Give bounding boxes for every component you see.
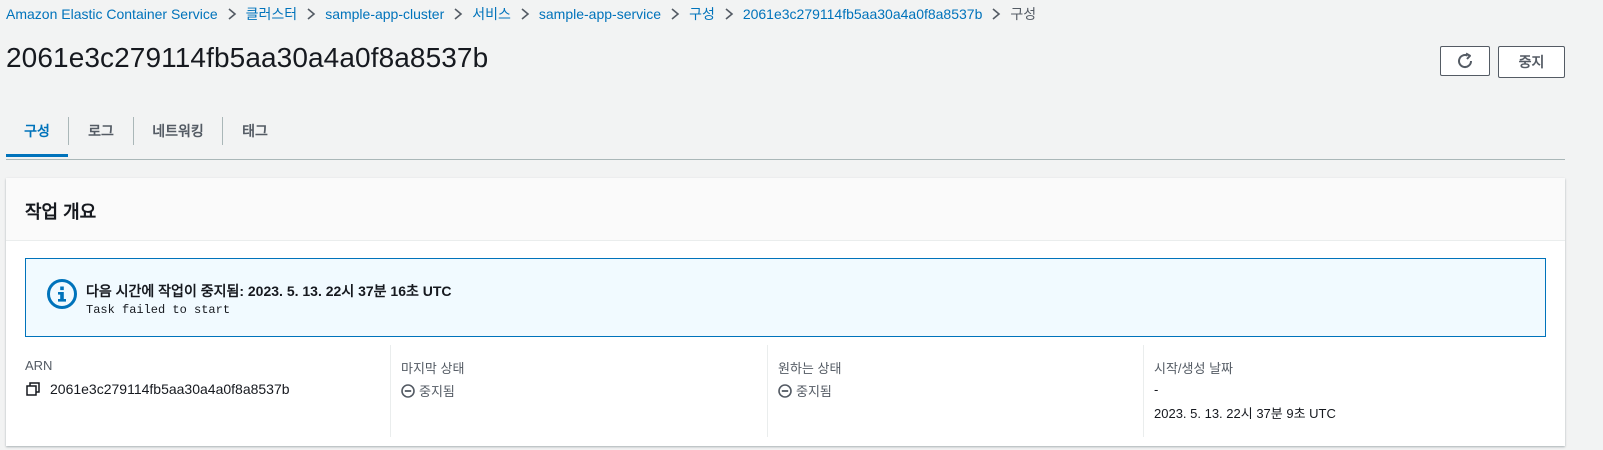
column-divider [390, 345, 391, 437]
last-status-field: 마지막 상태 중지됨 [401, 345, 767, 437]
desired-status-label: 원하는 상태 [778, 361, 842, 376]
column-divider [767, 345, 768, 437]
chevron-right-icon [444, 8, 472, 20]
arn-label: ARN [25, 358, 53, 373]
tab-list: 구성 로그 네트워킹 태그 [6, 109, 1565, 160]
last-status-value-row: 중지됨 [401, 381, 455, 400]
stop-button[interactable]: 중지 [1498, 46, 1565, 78]
tab-logs[interactable]: 로그 [69, 109, 133, 157]
column-divider [1143, 345, 1144, 437]
breadcrumb-services[interactable]: 서비스 [472, 4, 511, 24]
arn-value: 2061e3c279114fb5aa30a4a0f8a8537b [50, 381, 290, 397]
task-overview-panel: 작업 개요 다음 시간에 작업이 중지됨: 2023. 5. 13. 22시 3… [6, 178, 1565, 446]
panel-header [6, 178, 1565, 241]
chevron-right-icon [661, 8, 689, 20]
last-status-value: 중지됨 [419, 384, 455, 399]
refresh-icon [1458, 52, 1473, 69]
task-stopped-alert: 다음 시간에 작업이 중지됨: 2023. 5. 13. 22시 37분 16초… [25, 258, 1546, 337]
tab-tags[interactable]: 태그 [223, 109, 287, 157]
start-time-placeholder: - [1154, 382, 1159, 397]
breadcrumb-cluster[interactable]: sample-app-cluster [325, 6, 444, 22]
page-title: 2061e3c279114fb5aa30a4a0f8a8537b [6, 42, 489, 73]
info-icon [47, 279, 77, 309]
start-time-label: 시작/생성 날짜 [1154, 361, 1233, 376]
arn-value-row: 2061e3c279114fb5aa30a4a0f8a8537b [26, 381, 290, 397]
tab-networking[interactable]: 네트워킹 [134, 109, 222, 157]
copy-icon[interactable] [26, 382, 40, 396]
refresh-button[interactable] [1440, 46, 1490, 76]
chevron-right-icon [297, 8, 325, 20]
desired-status-value-row: 중지됨 [778, 381, 832, 400]
breadcrumb-ecs[interactable]: Amazon Elastic Container Service [6, 6, 218, 22]
arn-field: ARN 2061e3c279114fb5aa30a4a0f8a8537b [25, 345, 391, 437]
chevron-right-icon [511, 8, 539, 20]
desired-status-value: 중지됨 [796, 384, 832, 399]
start-time-value: 2023. 5. 13. 22시 37분 9초 UTC [1154, 406, 1336, 421]
tab-configuration[interactable]: 구성 [6, 109, 68, 157]
alert-message: Task failed to start [86, 303, 231, 317]
stopped-icon [401, 383, 415, 398]
breadcrumb-configuration[interactable]: 구성 [689, 4, 715, 24]
chevron-right-icon [715, 8, 743, 20]
breadcrumb-task[interactable]: 2061e3c279114fb5aa30a4a0f8a8537b [743, 6, 983, 22]
stopped-icon [778, 383, 792, 398]
last-status-label: 마지막 상태 [401, 361, 465, 376]
panel-title: 작업 개요 [25, 202, 97, 222]
alert-title: 다음 시간에 작업이 중지됨: 2023. 5. 13. 22시 37분 16초… [86, 283, 452, 299]
chevron-right-icon [218, 8, 246, 20]
breadcrumb: Amazon Elastic Container Service 클러스터 sa… [6, 4, 1036, 24]
chevron-right-icon [982, 8, 1010, 20]
breadcrumb-current: 구성 [1010, 6, 1037, 22]
breadcrumb-clusters[interactable]: 클러스터 [246, 4, 298, 24]
start-time-field: 시작/생성 날짜 - 2023. 5. 13. 22시 37분 9초 UTC [1154, 345, 1544, 437]
desired-status-field: 원하는 상태 중지됨 [778, 345, 1144, 437]
breadcrumb-service[interactable]: sample-app-service [539, 6, 661, 22]
